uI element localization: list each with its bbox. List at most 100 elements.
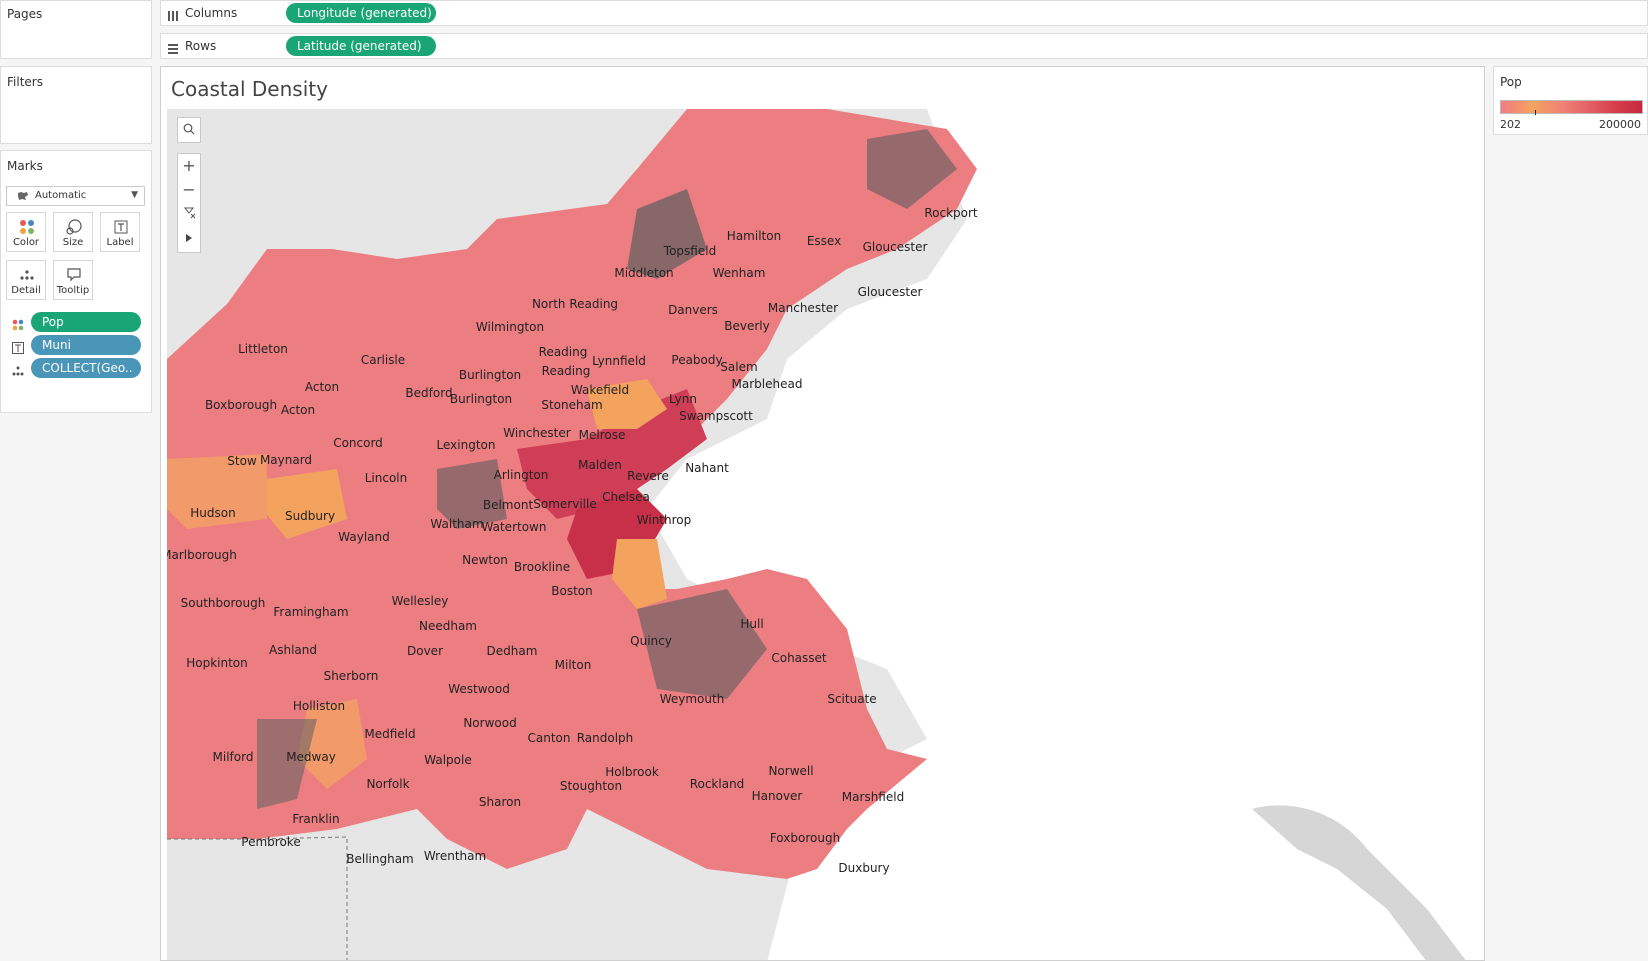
- rows-shelf[interactable]: Rows Latitude (generated): [160, 33, 1648, 59]
- town-label: Nahant: [685, 461, 729, 475]
- filters-panel[interactable]: Filters: [0, 66, 152, 144]
- muni-pill[interactable]: Muni: [31, 335, 141, 355]
- pop-pill[interactable]: Pop: [31, 312, 141, 332]
- town-label: Lynn: [669, 392, 697, 406]
- expand-toolbar-icon[interactable]: [178, 226, 200, 250]
- town-label: Winthrop: [636, 513, 692, 527]
- label-button[interactable]: Label: [100, 212, 140, 252]
- town-label: Ashland: [269, 643, 317, 657]
- town-label: Wellesley: [391, 594, 449, 608]
- rows-label: Rows: [185, 39, 217, 53]
- view-title: Coastal Density: [171, 77, 328, 101]
- town-label: Lincoln: [364, 471, 408, 485]
- detail-icon: [19, 267, 35, 283]
- town-label: Gloucester: [862, 240, 928, 254]
- town-label: Westwood: [448, 682, 510, 696]
- town-label: Milford: [212, 750, 254, 764]
- legend-max: 200000: [1599, 118, 1641, 131]
- town-label: Waltham: [430, 517, 484, 531]
- mark-type-dropdown[interactable]: Automatic ▼: [6, 186, 145, 206]
- longitude-pill[interactable]: Longitude (generated): [286, 3, 436, 23]
- town-label: Malden: [578, 458, 622, 472]
- town-label: Topsfield: [663, 244, 717, 258]
- legend-title: Pop: [1500, 75, 1522, 89]
- map-zoom-tools[interactable]: + −: [177, 153, 201, 253]
- town-label: Cohasset: [771, 651, 827, 665]
- filters-title: Filters: [7, 75, 43, 89]
- town-label: Marblehead: [731, 377, 803, 391]
- town-label: Stoneham: [541, 398, 603, 412]
- color-button-label: Color: [12, 237, 40, 248]
- color-legend[interactable]: Pop 202 200000: [1493, 66, 1648, 135]
- town-label: Gloucester: [857, 285, 923, 299]
- legend-gradient: [1500, 100, 1643, 114]
- town-label: Lynnfield: [592, 354, 646, 368]
- town-label: Canton: [527, 731, 571, 745]
- town-label: Manchester: [767, 301, 839, 315]
- town-label: Norfolk: [366, 777, 410, 791]
- town-label: Watertown: [481, 520, 547, 534]
- columns-shelf[interactable]: Columns Longitude (generated): [160, 0, 1648, 26]
- town-label: Holbrook: [605, 765, 659, 779]
- tooltip-button[interactable]: Tooltip: [53, 260, 93, 300]
- town-label: Rockland: [689, 777, 745, 791]
- town-label: Middleton: [614, 266, 674, 280]
- town-label: Medway: [286, 750, 336, 764]
- town-label: Foxborough: [769, 831, 841, 845]
- town-label: Reading: [538, 345, 588, 359]
- latitude-pill[interactable]: Latitude (generated): [286, 36, 436, 56]
- town-label: Southborough: [180, 596, 266, 610]
- town-label: Weymouth: [659, 692, 725, 706]
- town-label: Chelsea: [602, 490, 650, 504]
- town-label: Dedham: [486, 644, 538, 658]
- town-label: Bellingham: [346, 852, 414, 866]
- town-label: Franklin: [292, 812, 340, 826]
- town-label: Reading: [541, 364, 591, 378]
- town-label: Walpole: [424, 753, 472, 767]
- columns-icon: [167, 7, 179, 21]
- chevron-down-icon: ▼: [131, 190, 138, 200]
- town-label: Swampscott: [679, 409, 753, 423]
- size-icon: [66, 219, 82, 235]
- marks-title: Marks: [7, 159, 43, 173]
- town-label: Dover: [407, 644, 443, 658]
- map-area[interactable]: Rockport Hamilton Essex Gloucester Topsfield…: [167, 109, 1480, 960]
- town-label: Wakefield: [570, 383, 630, 397]
- town-label: Melrose: [578, 428, 626, 442]
- town-label: Stoughton: [559, 779, 623, 793]
- town-label: Lexington: [436, 438, 496, 452]
- town-label: Newton: [462, 553, 508, 567]
- town-label: Wilmington: [475, 320, 545, 334]
- town-label: Bedford: [405, 386, 453, 400]
- town-label: Winchester: [503, 426, 571, 440]
- worksheet-view: Coastal Density Rockport Hamilton Essex …: [160, 66, 1485, 961]
- town-label: Brookline: [513, 560, 571, 574]
- town-label: Duxbury: [838, 861, 890, 875]
- town-label: Rockport: [924, 206, 978, 220]
- color-button[interactable]: Color: [6, 212, 46, 252]
- search-icon[interactable]: [178, 118, 200, 142]
- town-label: Boston: [551, 584, 593, 598]
- zoom-out-icon[interactable]: −: [178, 178, 200, 202]
- town-label: Carlisle: [360, 353, 406, 367]
- columns-label: Columns: [185, 6, 238, 20]
- town-label: Acton: [304, 380, 340, 394]
- map-search-tool[interactable]: [177, 117, 201, 143]
- town-label: Wayland: [338, 530, 390, 544]
- pages-panel[interactable]: Pages: [0, 0, 152, 59]
- reset-map-icon[interactable]: [178, 202, 200, 226]
- zoom-in-icon[interactable]: +: [178, 154, 200, 178]
- town-label: Milton: [554, 658, 592, 672]
- town-label: Hull: [740, 617, 764, 631]
- town-label: Marshfield: [841, 790, 905, 804]
- text-label-icon: [113, 219, 129, 235]
- detail-button[interactable]: Detail: [6, 260, 46, 300]
- town-label: Peabody: [671, 353, 723, 367]
- town-label: Sharon: [478, 795, 522, 809]
- town-label: Boxborough: [204, 398, 278, 412]
- detail-icon: [12, 362, 24, 376]
- legend-tick: [1535, 110, 1536, 115]
- town-label: Concord: [333, 436, 383, 450]
- collect-geometry-pill[interactable]: COLLECT(Geo..: [31, 358, 141, 378]
- size-button[interactable]: Size: [53, 212, 93, 252]
